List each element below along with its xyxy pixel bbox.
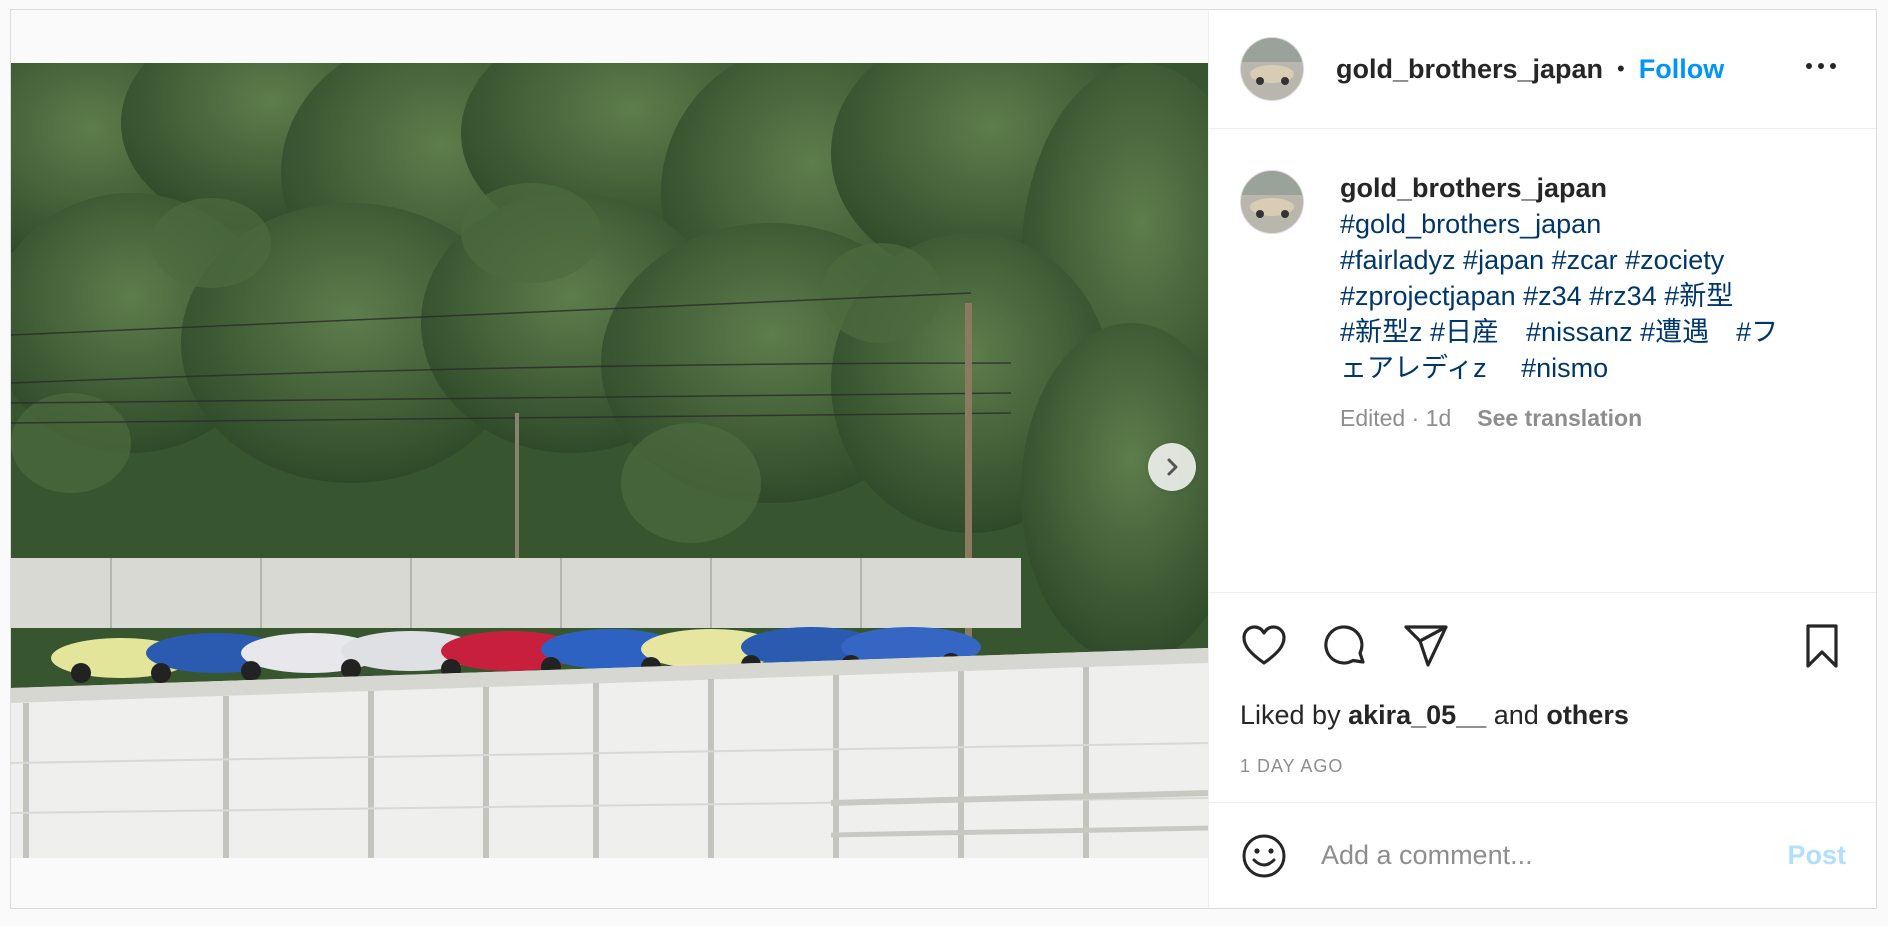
likes-summary: Liked by akira_05__ and others [1240, 700, 1629, 731]
more-options-icon[interactable] [1806, 63, 1836, 69]
follow-button[interactable]: Follow [1639, 54, 1724, 85]
caption-username[interactable]: gold_brothers_japan [1340, 170, 1810, 206]
comment-input[interactable] [1319, 839, 1788, 872]
post-photo[interactable] [11, 63, 1208, 858]
see-translation-button[interactable]: See translation [1477, 400, 1642, 436]
comment-icon[interactable] [1321, 622, 1369, 670]
likes-conjunction: and [1493, 700, 1539, 730]
author-username[interactable]: gold_brothers_japan [1336, 54, 1603, 85]
edited-timestamp: Edited · 1d [1340, 405, 1452, 431]
likes-others-link[interactable]: others [1546, 700, 1629, 730]
post-age[interactable]: 1 DAY AGO [1240, 756, 1343, 777]
post-caption: gold_brothers_japan #gold_brothers_japan… [1240, 170, 1836, 436]
action-icons [1240, 622, 1846, 670]
post-header: gold_brothers_japan • Follow [1209, 10, 1876, 129]
caption-hashtags[interactable]: #gold_brothers_japan #fairladyz #japan #… [1340, 206, 1810, 386]
paper-plane-icon[interactable] [1402, 622, 1450, 670]
caption-meta: Edited · 1d See translation [1340, 400, 1810, 436]
author-avatar[interactable] [1240, 37, 1304, 101]
bookmark-icon[interactable] [1798, 622, 1846, 670]
separator-dot: • [1617, 56, 1625, 81]
heart-icon[interactable] [1240, 622, 1288, 670]
post-comment-button[interactable]: Post [1787, 840, 1846, 871]
comment-bar: Post [1209, 802, 1876, 908]
instagram-post: gold_brothers_japan • Follow gold_brothe… [10, 9, 1877, 909]
smiley-icon[interactable] [1240, 832, 1288, 880]
post-details-pane: gold_brothers_japan • Follow gold_brothe… [1209, 10, 1876, 908]
chevron-right-icon [1167, 458, 1178, 476]
caption-text: gold_brothers_japan #gold_brothers_japan… [1340, 170, 1810, 436]
media-pane [11, 10, 1209, 908]
carousel-next-button[interactable] [1148, 443, 1196, 491]
caption-avatar[interactable] [1240, 170, 1304, 234]
post-actions: Liked by akira_05__ and others 1 DAY AGO [1209, 592, 1876, 776]
liked-by-user[interactable]: akira_05__ [1348, 700, 1486, 730]
likes-prefix: Liked by [1240, 700, 1341, 730]
